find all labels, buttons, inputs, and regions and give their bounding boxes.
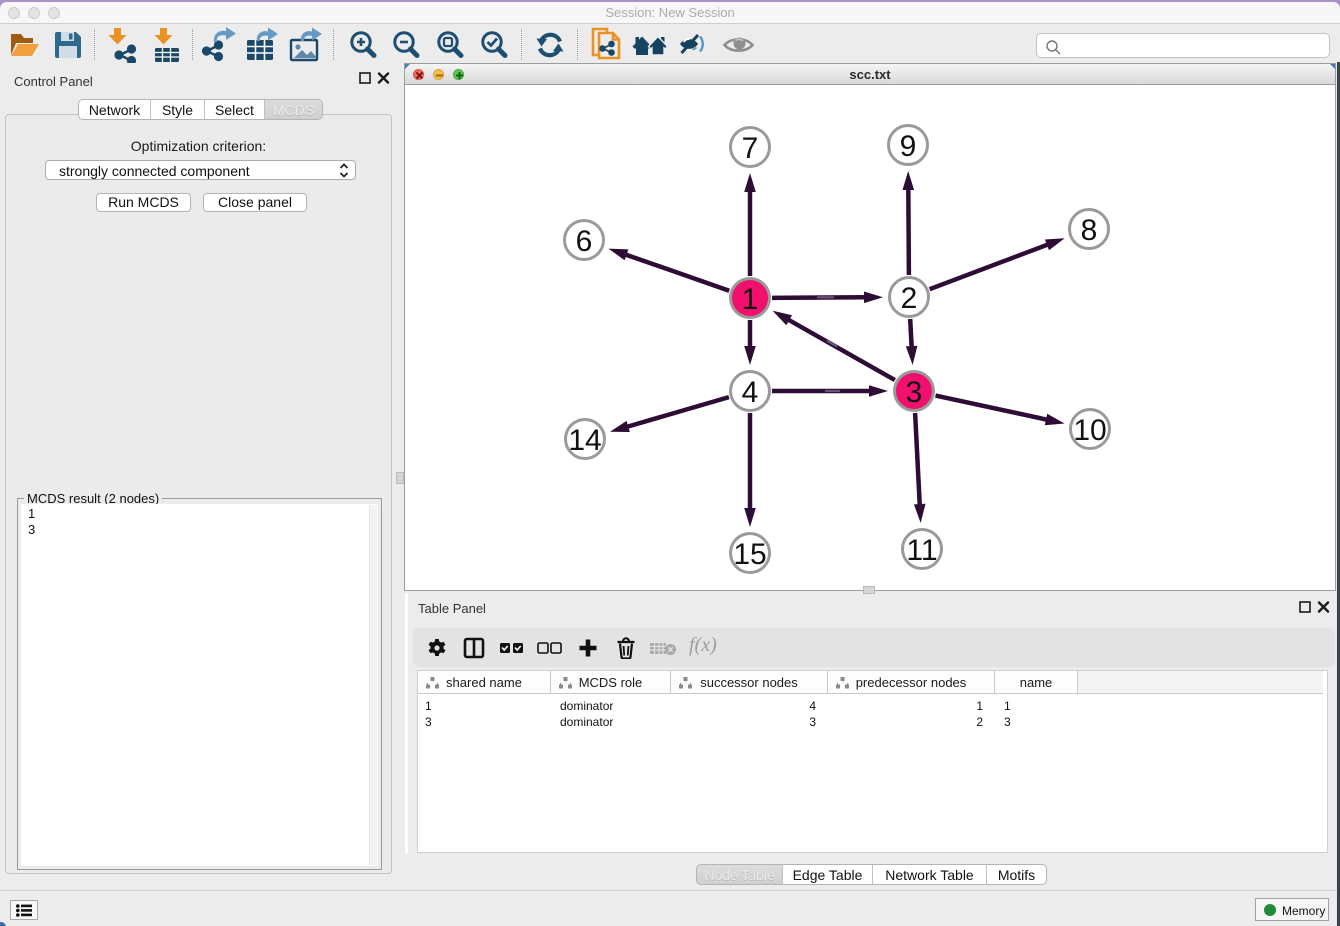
svg-text:11: 11	[906, 534, 937, 567]
svg-text:14: 14	[568, 424, 601, 457]
svg-text:4: 4	[742, 376, 759, 409]
svg-text:1: 1	[742, 283, 759, 316]
svg-text:7: 7	[742, 132, 759, 165]
svg-text:3: 3	[906, 376, 923, 409]
svg-text:2: 2	[901, 282, 918, 315]
svg-text:15: 15	[733, 538, 766, 571]
svg-text:8: 8	[1081, 214, 1098, 247]
svg-text:9: 9	[900, 130, 917, 163]
svg-text:10: 10	[1073, 414, 1106, 447]
svg-text:6: 6	[576, 225, 593, 258]
